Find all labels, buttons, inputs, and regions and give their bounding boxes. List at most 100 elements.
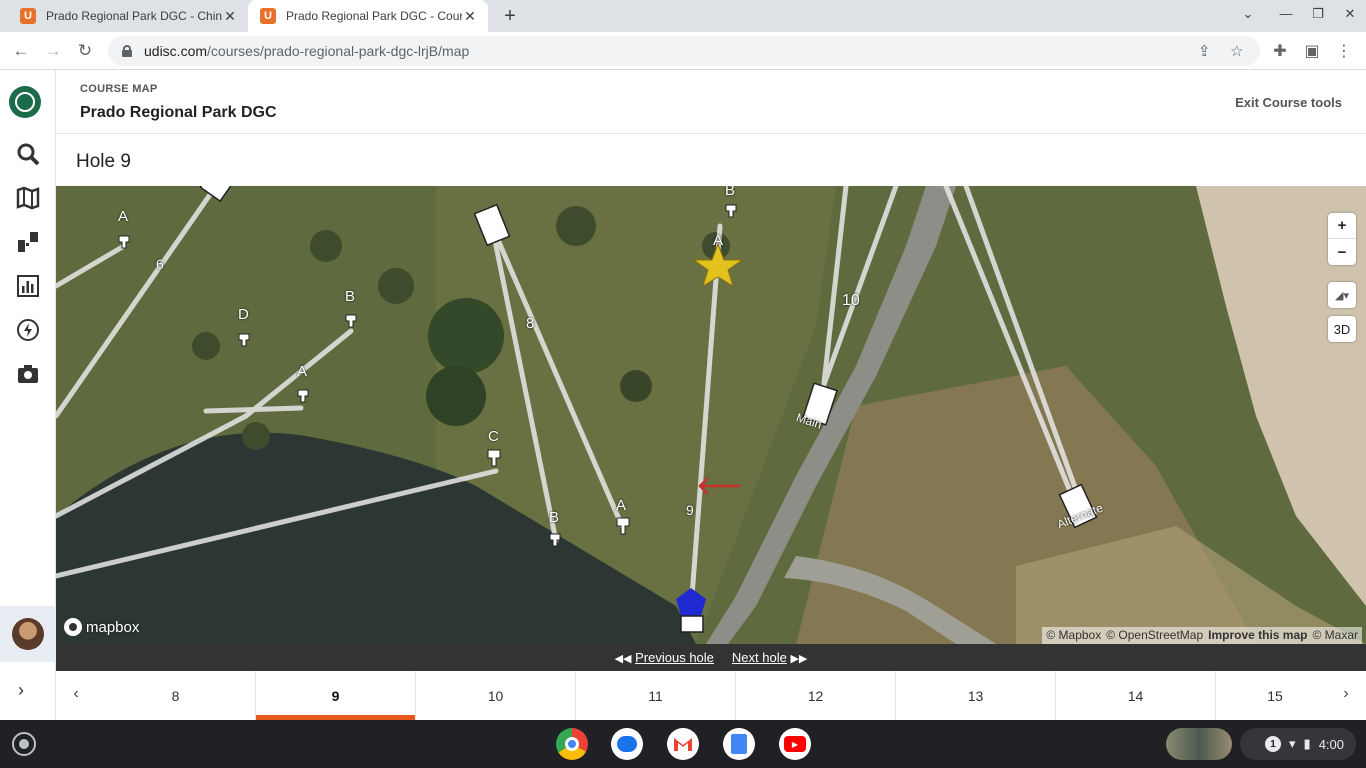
hole-tab-14[interactable]: 14 [1056,671,1216,720]
tab-title: Prado Regional Park DGC - Chino Hills [46,9,222,23]
avatar[interactable] [0,606,56,662]
system-tray[interactable]: 1 ▾ ▮ 4:00 [1240,728,1356,760]
hole-tab-11[interactable]: 11 [576,671,736,720]
tab-search-icon[interactable]: ⌄ [1238,6,1258,22]
pin-b-label: B [549,509,560,526]
docs-icon[interactable] [723,728,755,760]
next-hole-link[interactable]: Next hole ▶▶ [732,650,807,665]
scorecard-icon[interactable] [14,228,42,256]
udisc-logo-icon[interactable] [9,86,41,118]
map-attribution: © Mapbox © OpenStreetMap Improve this ma… [1042,627,1362,644]
os-shelf: ▶ 1 ▾ ▮ 4:00 [0,720,1366,768]
improve-this-map-link[interactable]: Improve this map [1208,628,1307,643]
hole-tab-8[interactable]: 8 [96,671,256,720]
udisc-favicon-icon: U [20,8,36,24]
previous-hole-link[interactable]: ◀◀ Previous hole [615,650,714,665]
zoom-in-button[interactable]: + [1328,213,1356,239]
forward-icon[interactable]: → [42,40,64,62]
attribution-maxar[interactable]: © Maxar [1312,628,1358,643]
tab-title: Prado Regional Park DGC - Course map [286,9,462,23]
reload-icon[interactable]: ↻ [74,40,96,62]
camera-icon[interactable] [14,360,42,388]
chevron-left-icon[interactable]: ‹ [66,685,86,703]
stats-icon[interactable] [14,272,42,300]
gmail-icon[interactable] [667,728,699,760]
course-name: Prado Regional Park DGC [80,104,277,121]
hole-title-bar: Hole 9 [56,135,1366,186]
hole-tab-10[interactable]: 10 [416,671,576,720]
lightning-icon[interactable] [14,316,42,344]
browser-toolbar: ← → ↻ udisc.com/courses/prado-regional-p… [0,32,1366,70]
hole-tab-9[interactable]: 9 [256,671,416,720]
mapbox-logo-icon [64,618,82,636]
compass-icon[interactable]: ◢▾ [1328,282,1356,308]
toggle-3d-control: 3D [1328,316,1356,342]
course-map[interactable]: 6 8 9 10 Main Alternate A D B A C B A A … [56,186,1366,644]
compass-control: ◢▾ [1328,282,1356,308]
satellite-map-layer [56,186,1366,644]
notification-count: 1 [1265,736,1281,752]
pin-d-label: D [238,306,249,323]
hole-title: Hole 9 [76,151,131,172]
hole-tab-12[interactable]: 12 [736,671,896,720]
lock-icon [122,45,132,57]
next-hole-label: Next hole [731,650,787,665]
minimize-icon[interactable]: — [1276,6,1296,21]
extensions-icon[interactable]: ✚ [1270,41,1290,61]
close-window-icon[interactable]: ✕ [1340,6,1360,22]
rewind-icon: ◀◀ [614,653,632,665]
toggle-3d-button[interactable]: 3D [1328,316,1356,342]
youtube-icon[interactable]: ▶ [779,728,811,760]
messages-icon[interactable] [611,728,643,760]
new-tab-icon[interactable]: + [498,4,522,28]
mapbox-logo[interactable]: mapbox [64,618,139,636]
hole-tab-15[interactable]: 15 [1216,671,1334,720]
expand-sidebar-icon[interactable]: › [18,680,24,701]
hole-6-label: 6 [156,256,164,272]
map-icon[interactable] [14,184,42,212]
attribution-osm[interactable]: © OpenStreetMap [1106,628,1203,643]
tab-course-map[interactable]: U Prado Regional Park DGC - Course map ✕ [248,0,488,32]
exit-course-tools-link[interactable]: Exit Course tools [1235,95,1342,110]
pin-c-label: C [488,428,499,445]
pin-a-label: A [616,497,627,514]
url-path: /courses/prado-regional-park-dgc-lrjB/ma… [207,43,470,59]
tab-chino-hills[interactable]: U Prado Regional Park DGC - Chino Hills … [8,0,248,32]
maximize-icon[interactable]: ❐ [1308,6,1328,22]
udisc-favicon-icon: U [260,8,276,24]
zoom-out-button[interactable]: − [1328,239,1356,265]
previous-hole-label: Previous hole [635,650,714,665]
bookmark-star-icon[interactable]: ☆ [1230,42,1243,60]
pin-a-label: A [118,208,129,225]
zoom-controls: + − [1328,213,1356,265]
fast-forward-icon: ▶▶ [790,653,808,665]
share-icon[interactable]: ⇪ [1198,42,1211,60]
address-bar[interactable]: udisc.com/courses/prado-regional-park-dg… [108,36,1260,66]
search-icon[interactable] [14,140,42,168]
hole-tab-13[interactable]: 13 [896,671,1056,720]
browser-tab-strip: U Prado Regional Park DGC - Chino Hills … [0,0,1366,32]
battery-icon: ▮ [1303,736,1311,751]
pin-b-label: B [345,288,356,305]
chrome-icon[interactable] [556,728,588,760]
app-sidebar: › [0,70,56,720]
pin-b-label: B [725,186,736,199]
close-icon[interactable]: ✕ [222,8,238,25]
wifi-icon: ▾ [1289,736,1296,751]
hole-9-label: 9 [686,502,694,518]
holding-space-thumbnail[interactable] [1166,728,1232,760]
close-icon[interactable]: ✕ [462,8,478,25]
url-host: udisc.com [144,43,208,59]
side-panel-icon[interactable]: ▣ [1302,41,1322,61]
hole-8-label: 8 [526,315,535,332]
browser-menu-icon[interactable]: ⋮ [1334,41,1354,61]
attribution-mapbox[interactable]: © Mapbox [1046,628,1101,643]
hole-nav-bar: ◀◀ Previous hole Next hole ▶▶ [56,644,1366,671]
back-icon[interactable]: ← [10,40,32,62]
chevron-right-icon[interactable]: › [1336,685,1356,703]
page-kicker: COURSE MAP [80,83,158,95]
pin-a-label: A [713,232,724,249]
course-header: COURSE MAP Prado Regional Park DGC Exit … [56,70,1366,134]
hole-selector: ‹ 8 9 10 11 12 13 14 15 › [56,671,1366,720]
launcher-icon[interactable] [12,732,36,756]
